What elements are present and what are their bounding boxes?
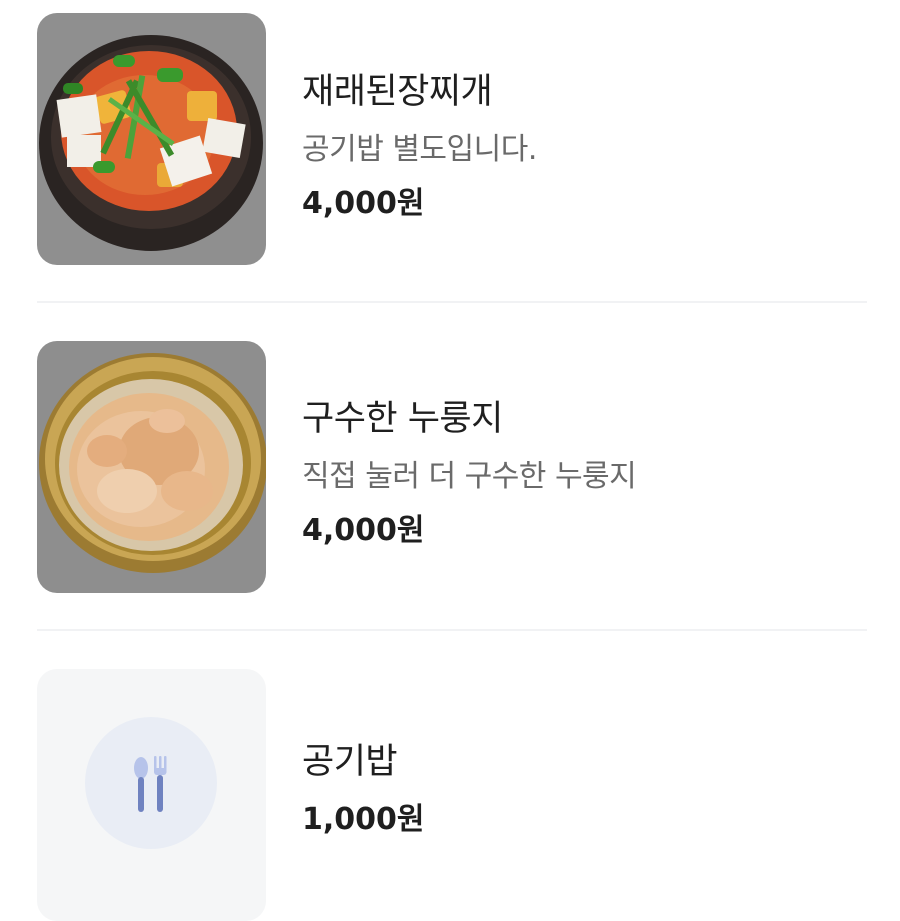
menu-item-name: 재래된장찌개 — [302, 72, 493, 112]
menu-item-price: 4,000원 — [302, 513, 425, 548]
menu-item-name: 공기밥 — [302, 742, 398, 782]
menu-item-nurungji[interactable]: 구수한 누룽지 직접 눌러 더 구수한 누룽지 4,000원 — [37, 341, 867, 593]
menu-item-description: 공기밥 별도입니다. — [302, 132, 537, 167]
menu-item-info: 구수한 누룽지 직접 눌러 더 구수한 누룽지 4,000원 — [302, 341, 862, 593]
menu-item-name: 구수한 누룽지 — [302, 399, 503, 439]
menu-item-image-placeholder — [37, 669, 266, 921]
menu-item-image — [37, 341, 266, 593]
menu-item-info: 공기밥 1,000원 — [302, 669, 862, 921]
divider — [37, 301, 867, 303]
menu-item-price: 1,000원 — [302, 802, 425, 837]
nurungji-porridge-photo — [37, 341, 266, 593]
menu-item-doenjang-jjigae[interactable]: 재래된장찌개 공기밥 별도입니다. 4,000원 — [37, 13, 867, 265]
menu-item-image — [37, 13, 266, 265]
menu-item-description: 직접 눌러 더 구수한 누룽지 — [302, 459, 637, 494]
doenjang-stew-photo — [37, 13, 266, 265]
menu-item-price: 4,000원 — [302, 186, 425, 221]
utensils-placeholder-icon — [85, 717, 217, 849]
menu-item-gonggibap[interactable]: 공기밥 1,000원 — [37, 669, 867, 921]
divider — [37, 629, 867, 631]
menu-item-info: 재래된장찌개 공기밥 별도입니다. 4,000원 — [302, 13, 862, 265]
